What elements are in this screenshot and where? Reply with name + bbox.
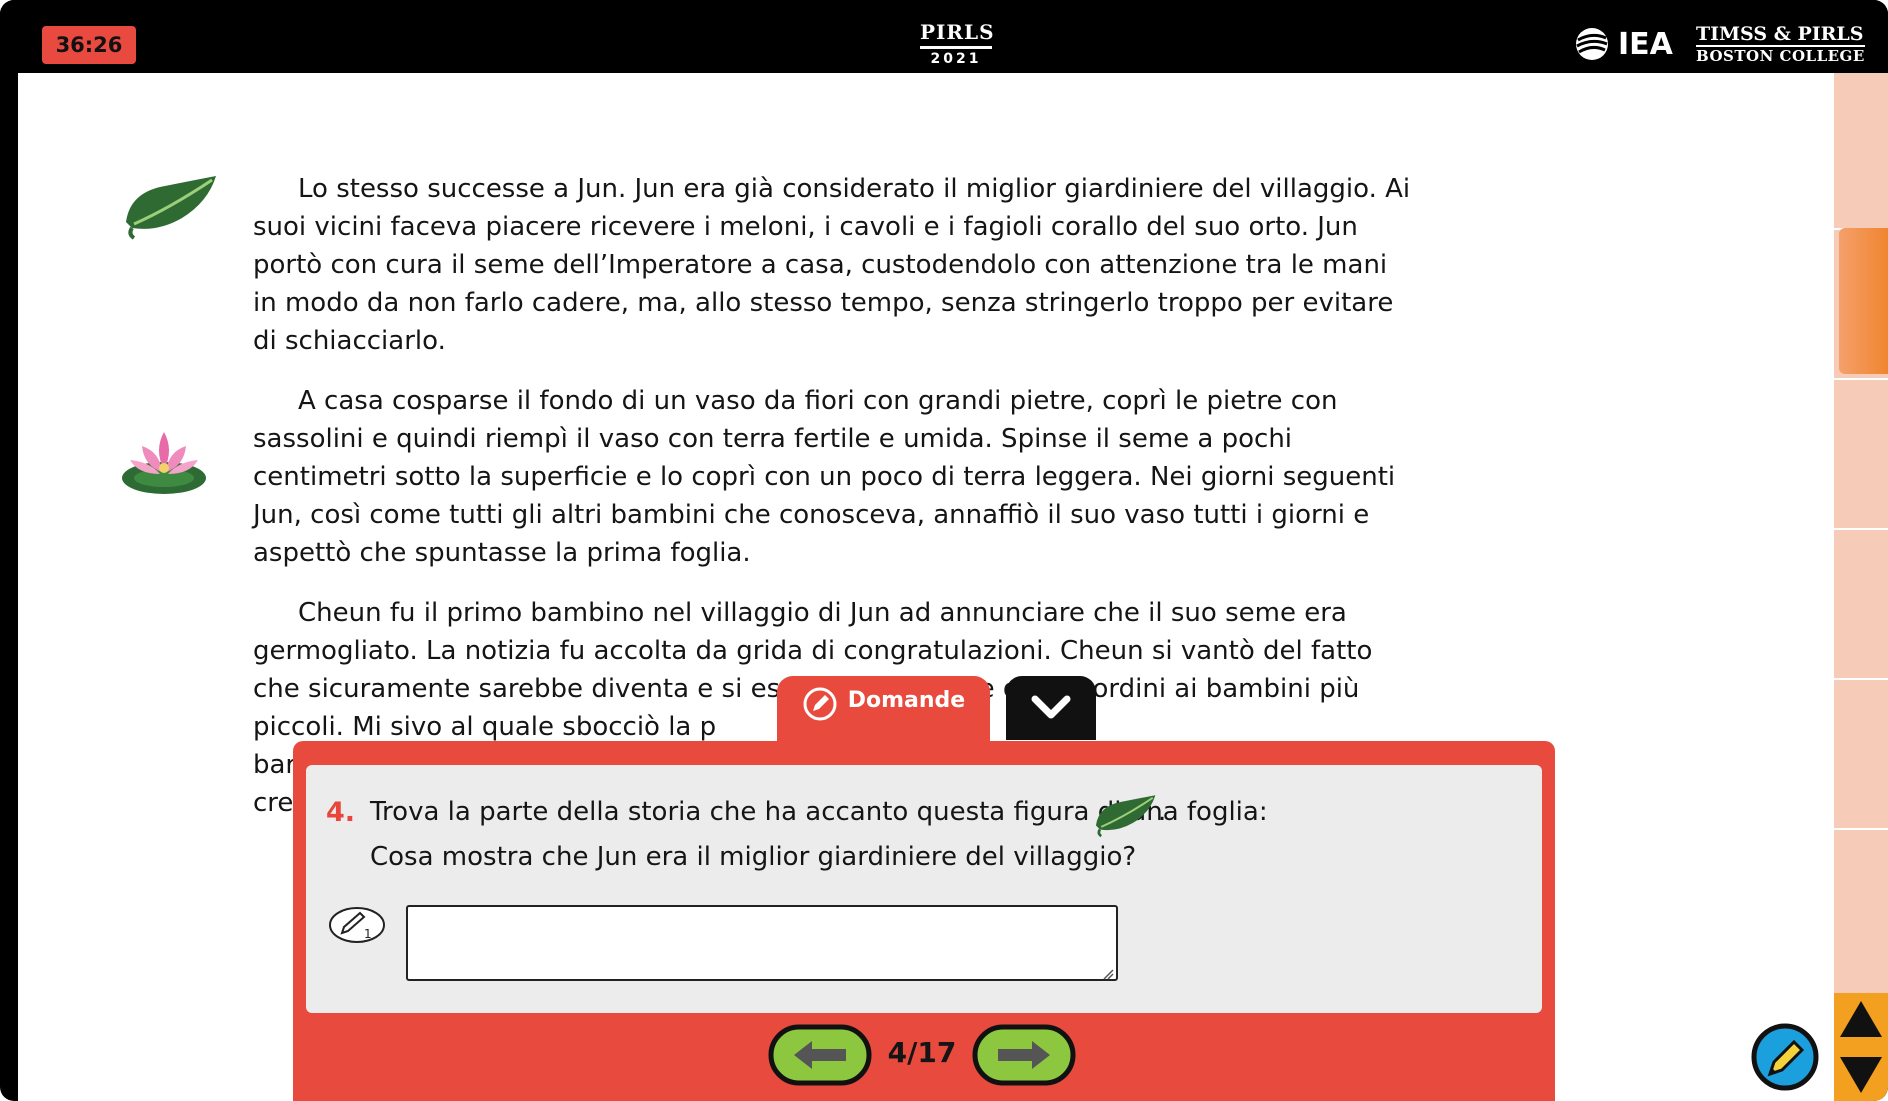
scroll-up-icon[interactable] bbox=[1834, 993, 1888, 1047]
pencil-circle-icon bbox=[803, 687, 837, 721]
previous-question-button[interactable] bbox=[768, 1024, 872, 1086]
question-page-indicator: 4/17 bbox=[887, 1036, 957, 1069]
next-question-button[interactable] bbox=[972, 1024, 1076, 1086]
points-pencil-icon: 1 bbox=[328, 905, 386, 949]
question-number: 4. bbox=[326, 797, 356, 828]
arrow-right-icon bbox=[972, 1024, 1076, 1086]
story-paragraph: A casa cosparse il fondo di un vaso da f… bbox=[253, 386, 1396, 568]
question-text-end: . bbox=[1158, 797, 1167, 827]
questions-panel: 4. Trova la parte della storia che ha ac… bbox=[293, 741, 1555, 1101]
highlighter-pen-icon bbox=[1751, 1023, 1819, 1091]
pirls-logo-year: 2021 bbox=[930, 51, 982, 67]
chevron-down-icon bbox=[1031, 695, 1071, 719]
rail-divider bbox=[1834, 828, 1888, 830]
boston-college-text: BOSTON COLLEGE bbox=[1696, 47, 1865, 65]
countdown-timer: 36:26 bbox=[42, 26, 136, 64]
points-value: 1 bbox=[364, 927, 372, 941]
resize-grip-icon[interactable] bbox=[1102, 965, 1114, 984]
page-scroll-rail[interactable] bbox=[1834, 73, 1888, 993]
lotus-flower-icon bbox=[120, 428, 208, 500]
question-text-line2: Cosa mostra che Jun era il miglior giard… bbox=[370, 842, 1137, 872]
iea-logo-text: IEA bbox=[1618, 26, 1673, 62]
pirls-logo-title: PIRLS bbox=[920, 20, 995, 44]
iea-globe-icon bbox=[1576, 28, 1608, 60]
highlighter-button[interactable] bbox=[1750, 1022, 1820, 1096]
timss-pirls-logo: TIMSS & PIRLS BOSTON COLLEGE bbox=[1696, 24, 1865, 65]
pirls-logo: PIRLS 2021 bbox=[920, 20, 995, 72]
question-navigation: 4/17 bbox=[768, 1024, 1088, 1088]
iea-logo: IEA bbox=[1574, 24, 1673, 64]
rail-divider bbox=[1834, 528, 1888, 530]
rail-divider bbox=[1834, 378, 1888, 380]
collapse-panel-button[interactable] bbox=[1006, 676, 1096, 740]
answer-field[interactable] bbox=[406, 905, 1118, 981]
question-card: 4. Trova la parte della storia che ha ac… bbox=[306, 765, 1542, 1013]
pirls-logo-rule bbox=[920, 46, 992, 49]
leaf-icon bbox=[120, 172, 220, 244]
arrow-left-icon bbox=[768, 1024, 872, 1086]
scroll-down-icon[interactable] bbox=[1834, 1047, 1888, 1101]
timss-pirls-title: TIMSS & PIRLS bbox=[1696, 23, 1865, 47]
app-window: 36:26 PIRLS 2021 IEA TIMSS & PIRLS BOSTO… bbox=[0, 0, 1888, 1101]
rail-divider bbox=[1834, 678, 1888, 680]
top-bar: 36:26 PIRLS 2021 IEA TIMSS & PIRLS BOSTO… bbox=[0, 0, 1888, 73]
questions-tab-label: Domande bbox=[847, 688, 966, 713]
scroll-thumb[interactable] bbox=[1839, 228, 1888, 374]
story-paragraph: Lo stesso successe a Jun. Jun era già co… bbox=[253, 174, 1411, 356]
leaf-icon bbox=[1092, 789, 1158, 845]
scroll-arrows bbox=[1834, 993, 1888, 1101]
